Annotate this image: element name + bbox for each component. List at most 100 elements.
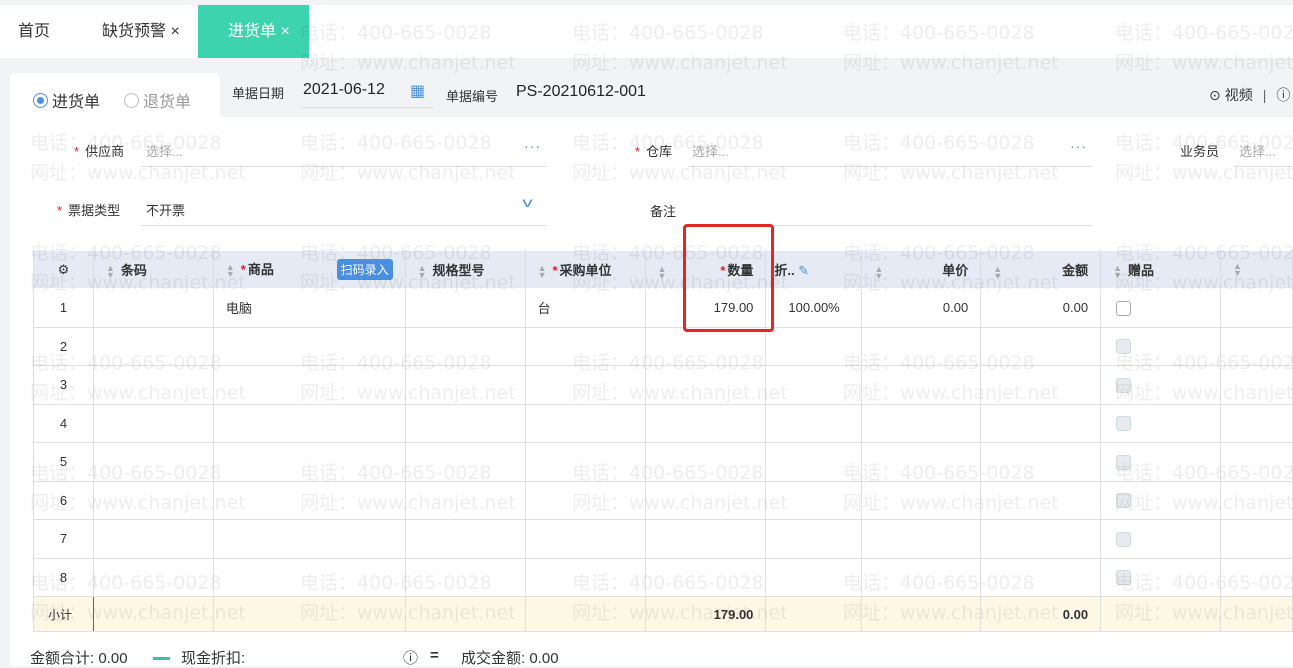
warehouse-input[interactable]: 选择... xyxy=(692,141,729,160)
cell[interactable] xyxy=(1100,557,1221,597)
date-input[interactable]: 2021-06-12 xyxy=(303,81,385,99)
cell[interactable] xyxy=(212,480,406,520)
cell[interactable] xyxy=(644,442,767,482)
col-discount[interactable]: 折.. ✎ xyxy=(765,250,863,289)
cell[interactable] xyxy=(980,519,1102,559)
cell[interactable] xyxy=(92,442,214,482)
cell[interactable] xyxy=(404,326,526,366)
more-icon[interactable]: ··· xyxy=(524,138,541,154)
col-barcode[interactable]: ▲ ▼ 条码 xyxy=(92,250,214,289)
sort-icon[interactable]: ▲ ▼ xyxy=(226,262,235,278)
cell[interactable] xyxy=(765,480,863,520)
cell[interactable] xyxy=(765,403,863,443)
cell[interactable] xyxy=(644,326,767,366)
cell[interactable] xyxy=(861,480,982,520)
cell[interactable] xyxy=(861,403,982,443)
sort-icon[interactable]: ▲ ▼ xyxy=(658,264,667,280)
cell[interactable] xyxy=(404,480,526,520)
cell[interactable] xyxy=(980,480,1102,520)
cell[interactable] xyxy=(524,519,646,559)
tab-stock-alert[interactable]: 缺货预警 × xyxy=(102,5,180,58)
col-amount[interactable]: ▲ ▼ 金额 xyxy=(980,250,1102,289)
table-row[interactable]: 7 xyxy=(33,519,1293,559)
sort-icon[interactable]: ▲ ▼ xyxy=(874,264,883,280)
cell[interactable] xyxy=(1100,403,1221,443)
cell[interactable] xyxy=(1219,480,1293,520)
radio-purchase[interactable]: 进货单 xyxy=(33,88,100,112)
cell[interactable] xyxy=(524,480,646,520)
tab-purchase[interactable]: 进货单 × xyxy=(198,5,309,58)
cell[interactable] xyxy=(524,326,646,366)
cell[interactable] xyxy=(980,326,1102,366)
cell[interactable]: 100.00% xyxy=(765,288,863,328)
sort-icon[interactable]: ▲ ▼ xyxy=(993,264,1002,280)
cell[interactable] xyxy=(980,557,1102,597)
cell[interactable] xyxy=(404,442,526,482)
settings-icon[interactable]: ⚙ xyxy=(33,250,94,289)
cell[interactable] xyxy=(765,442,863,482)
cell[interactable] xyxy=(1219,326,1293,366)
cell[interactable] xyxy=(644,480,767,520)
table-row[interactable]: 1 电脑台 179.00 100.00% 0.00 0.00 xyxy=(33,288,1293,328)
cell[interactable] xyxy=(212,326,406,366)
close-icon[interactable]: × xyxy=(170,23,179,40)
cell[interactable]: 电脑 xyxy=(212,288,406,328)
sort-icon[interactable]: ▲ ▼ xyxy=(1113,263,1122,279)
cell[interactable] xyxy=(1100,442,1221,482)
cell[interactable] xyxy=(404,365,526,405)
calendar-icon[interactable]: ▦ xyxy=(410,81,425,101)
col-product[interactable]: ▲ ▼ * 商品 扫码录入 xyxy=(212,250,406,289)
cell[interactable] xyxy=(861,519,982,559)
cell[interactable] xyxy=(765,519,863,559)
cell[interactable]: 0.00 xyxy=(861,288,982,328)
cell[interactable] xyxy=(1100,365,1221,405)
cell[interactable] xyxy=(644,519,767,559)
table-row[interactable]: 8 xyxy=(33,557,1293,597)
gift-checkbox[interactable] xyxy=(1116,531,1132,547)
col-unit[interactable]: ▲ ▼ * 采购单位 xyxy=(524,250,646,289)
cell[interactable] xyxy=(92,288,214,328)
cell[interactable] xyxy=(524,365,646,405)
table-row[interactable]: 3 xyxy=(33,365,1293,405)
cell[interactable] xyxy=(1219,442,1293,482)
table-row[interactable]: 5 xyxy=(33,442,1293,482)
gift-checkbox[interactable] xyxy=(1116,416,1132,432)
cell[interactable] xyxy=(212,519,406,559)
cell[interactable] xyxy=(861,442,982,482)
table-row[interactable]: 2 xyxy=(33,326,1293,366)
cell[interactable] xyxy=(765,365,863,405)
supplier-input[interactable]: 选择... xyxy=(146,141,183,160)
edit-icon[interactable]: ✎ xyxy=(798,263,809,278)
cell[interactable] xyxy=(92,326,214,366)
cell[interactable] xyxy=(861,365,982,405)
cell[interactable] xyxy=(524,557,646,597)
cell[interactable] xyxy=(92,519,214,559)
help-icon[interactable]: ⓘ xyxy=(1276,85,1290,105)
cell[interactable] xyxy=(1100,326,1221,366)
col-price[interactable]: ▲ ▼ 单价 xyxy=(861,250,982,289)
video-button[interactable]: ⊙ 视频 | ⓘ xyxy=(1209,85,1290,105)
col-extra[interactable]: ▲ ▼ xyxy=(1219,250,1293,289)
cell[interactable] xyxy=(765,557,863,597)
col-gift[interactable]: ▲ ▼ 赠品 xyxy=(1100,250,1221,289)
cell[interactable] xyxy=(1100,480,1221,520)
gift-checkbox[interactable] xyxy=(1116,454,1132,470)
cell[interactable] xyxy=(212,442,406,482)
sort-icon[interactable]: ▲ ▼ xyxy=(106,263,115,279)
cell[interactable] xyxy=(524,442,646,482)
cell[interactable] xyxy=(1219,365,1293,405)
help-icon[interactable]: ⓘ xyxy=(403,647,418,668)
cell[interactable] xyxy=(92,557,214,597)
close-icon[interactable]: × xyxy=(280,23,289,40)
cell[interactable] xyxy=(1219,557,1293,597)
cell[interactable] xyxy=(1219,288,1293,328)
tab-home[interactable]: 首页 xyxy=(18,5,50,58)
cell[interactable] xyxy=(92,365,214,405)
cell[interactable]: 台 xyxy=(524,288,646,328)
gift-checkbox[interactable] xyxy=(1116,570,1132,586)
gift-checkbox[interactable] xyxy=(1116,377,1132,393)
radio-return[interactable]: 退货单 xyxy=(124,88,191,112)
gift-checkbox[interactable] xyxy=(1116,339,1132,355)
cell[interactable] xyxy=(212,403,406,443)
cell[interactable] xyxy=(1219,403,1293,443)
